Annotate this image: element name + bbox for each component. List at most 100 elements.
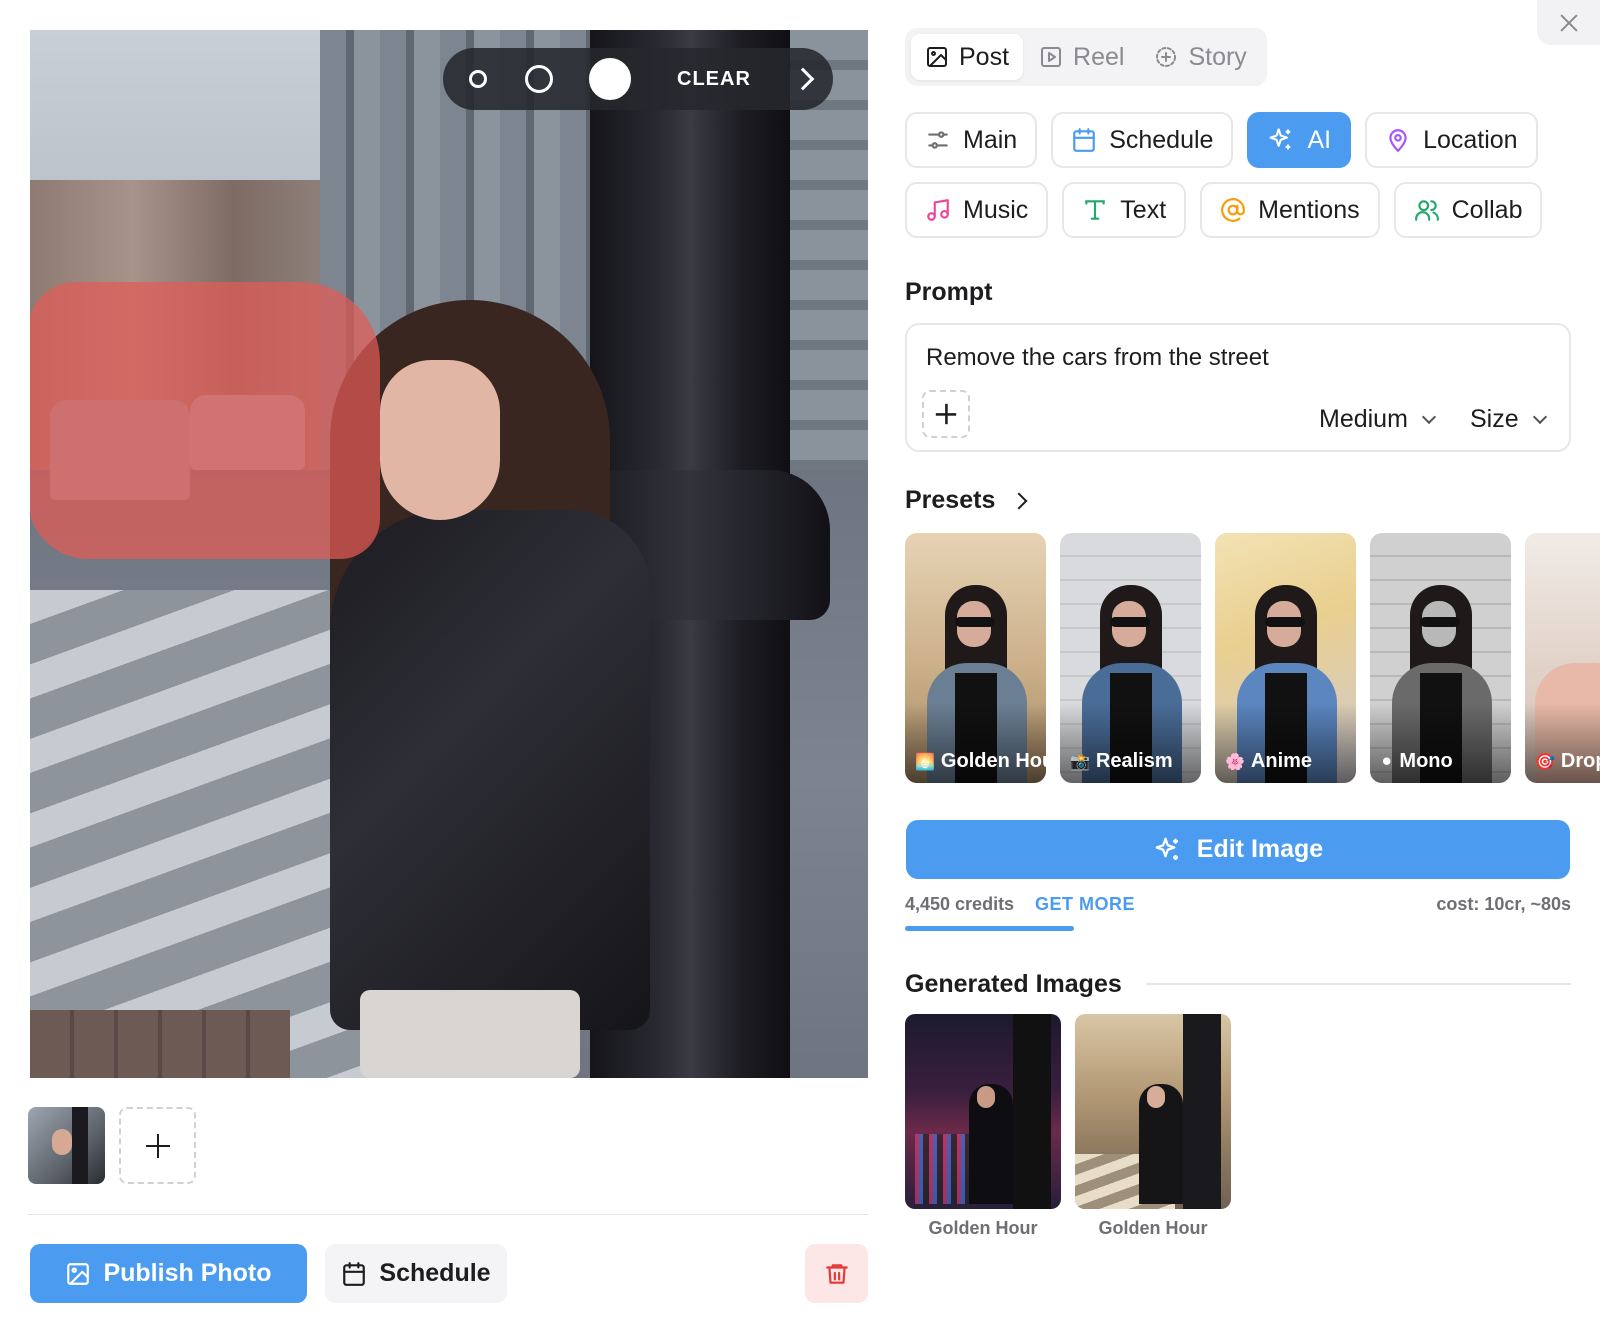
divider: [28, 1214, 868, 1215]
tab-ai[interactable]: AI: [1247, 112, 1352, 168]
prompt-box[interactable]: Remove the cars from the street Medium S…: [905, 323, 1571, 452]
prompt-heading: Prompt: [905, 278, 993, 306]
schedule-label: Schedule: [379, 1259, 491, 1287]
sliders-icon: [928, 131, 948, 149]
chevron-right-icon: [1010, 492, 1028, 509]
preset-name: Anime: [1250, 750, 1313, 772]
tab-ai-label: AI: [1307, 125, 1332, 154]
generation-cost: cost: 10cr, ~80s: [1436, 894, 1571, 914]
tab-location[interactable]: Location: [1365, 112, 1538, 168]
size-value: Size: [1470, 405, 1519, 433]
presets-header[interactable]: Presets: [905, 486, 1028, 515]
text-t-icon: [1085, 200, 1106, 220]
plus-icon: [145, 1133, 170, 1158]
preset-card-mono[interactable]: ⚫ Mono: [1370, 533, 1511, 783]
publish-photo-button[interactable]: Publish Photo: [30, 1244, 307, 1303]
chevron-down-icon: [1532, 409, 1547, 424]
preset-name: Mono: [1399, 750, 1453, 772]
chevron-right-icon[interactable]: [791, 67, 815, 91]
curb: [30, 1010, 290, 1078]
preset-figure-glasses: [1265, 617, 1305, 627]
size-dropdown[interactable]: Size: [1470, 405, 1547, 434]
tab-music-label: Music: [963, 195, 1029, 224]
image-icon: [927, 47, 947, 67]
tab-story[interactable]: Story: [1140, 34, 1260, 80]
black-circle-icon: ⚫: [1380, 753, 1394, 771]
image-canvas[interactable]: CLEAR: [30, 30, 868, 1078]
delete-button[interactable]: [805, 1244, 868, 1303]
add-media-button[interactable]: [119, 1107, 196, 1184]
tab-main-label: Main: [963, 125, 1018, 154]
publish-photo-label: Publish Photo: [103, 1259, 272, 1287]
subject-face: [380, 360, 500, 520]
preset-name: Realism: [1095, 750, 1173, 772]
quality-dropdown[interactable]: Medium: [1319, 405, 1436, 434]
edit-image-button[interactable]: Edit Image: [906, 820, 1570, 879]
story-plus-icon: [1156, 47, 1177, 67]
preset-figure-glasses: [1420, 617, 1460, 627]
target-icon: 🎯: [1535, 753, 1555, 771]
preset-label: 🌸 Anime: [1225, 750, 1312, 773]
schedule-button[interactable]: Schedule: [325, 1244, 507, 1303]
preset-card-anime[interactable]: 🌸 Anime: [1215, 533, 1356, 783]
tab-text[interactable]: Text: [1062, 182, 1187, 238]
generated-image-caption: Golden Hour: [1098, 1218, 1208, 1238]
presets-heading: Presets: [905, 486, 996, 514]
close-button[interactable]: [1537, 0, 1600, 45]
preset-name: Golden Hour: [940, 750, 1046, 772]
tab-main[interactable]: Main: [905, 112, 1038, 168]
preset-card-realism[interactable]: 📸 Realism: [1060, 533, 1201, 783]
subject-jacket: [330, 510, 650, 1030]
inpaint-mask[interactable]: [30, 282, 380, 559]
preset-figure-glasses: [955, 617, 995, 627]
preset-label: 🌅 Golden Hour: [915, 750, 1046, 773]
credits-balance: 4,450 credits: [905, 894, 1015, 914]
generated-image-thumbnail[interactable]: [1075, 1014, 1231, 1209]
preset-label: ⚫ Mono: [1380, 750, 1453, 773]
generated-image-caption: Golden Hour: [928, 1218, 1038, 1238]
tab-mentions[interactable]: Mentions: [1200, 182, 1380, 238]
chevron-down-icon: [1421, 409, 1436, 424]
calendar-icon: [1073, 128, 1096, 152]
generated-image-thumbnail[interactable]: [905, 1014, 1061, 1209]
media-thumbnail[interactable]: [28, 1107, 105, 1184]
map-pin-icon: [1389, 129, 1407, 152]
plus-icon: [935, 403, 957, 425]
quality-value: Medium: [1319, 405, 1408, 433]
sunset-icon: 🌅: [915, 753, 935, 771]
tab-mentions-label: Mentions: [1258, 195, 1360, 224]
preset-card-golden-hour[interactable]: 🌅 Golden Hour: [905, 533, 1046, 783]
add-reference-button[interactable]: [922, 390, 970, 438]
thumbnail-pole: [72, 1107, 88, 1184]
camera-icon: 📸: [1070, 753, 1090, 771]
preset-label: 🎯 Drop C: [1535, 750, 1600, 773]
at-sign-icon: [1221, 198, 1246, 222]
tab-collab[interactable]: Collab: [1393, 182, 1543, 238]
tab-music[interactable]: Music: [905, 182, 1049, 238]
tab-schedule[interactable]: Schedule: [1051, 112, 1234, 168]
prompt-input[interactable]: Remove the cars from the street: [926, 344, 1269, 372]
generated-pole: [1013, 1014, 1051, 1209]
feature-tabs: Main Schedule AI Location Music Text Men…: [905, 112, 1575, 252]
sparkles-icon: [1155, 837, 1178, 860]
tab-post[interactable]: Post: [911, 34, 1024, 80]
brush-size-small[interactable]: [469, 70, 487, 88]
generated-pole: [1183, 1014, 1221, 1209]
brush-size-large[interactable]: [589, 58, 631, 100]
preset-name: Drop C: [1560, 750, 1600, 772]
sparkles-icon: [1269, 128, 1291, 150]
tab-collab-label: Collab: [1451, 195, 1523, 224]
thumbnail-face: [52, 1129, 72, 1155]
tab-post-label: Post: [959, 42, 1010, 71]
brush-size-medium[interactable]: [525, 65, 553, 93]
trash-icon: [825, 1263, 848, 1284]
tab-story-label: Story: [1188, 42, 1247, 71]
presets-carousel: 🌅 Golden Hour 📸 Realism 🌸 Anime: [905, 533, 1600, 783]
preset-card-drop[interactable]: 🎯 Drop C: [1525, 533, 1600, 783]
tab-reel[interactable]: Reel: [1025, 34, 1138, 80]
users-icon: [1414, 200, 1439, 221]
clear-mask-button[interactable]: CLEAR: [677, 68, 751, 91]
get-more-credits-link[interactable]: GET MORE: [1035, 894, 1135, 915]
subject-skirt: [360, 990, 580, 1078]
credits-progress-bar: [905, 926, 1074, 931]
